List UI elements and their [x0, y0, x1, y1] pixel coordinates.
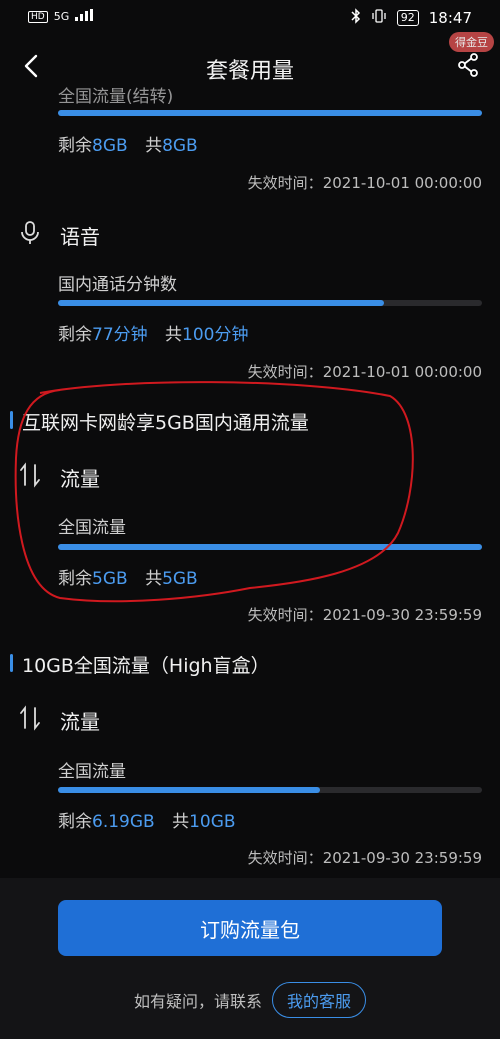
category-label: 流量: [60, 467, 100, 491]
share-button[interactable]: [456, 52, 480, 78]
expire-time: 2021-10-01 00:00:00: [322, 363, 482, 381]
remain-line: 剩余8GB 共8GB: [58, 131, 198, 156]
item-label: 全国流量(结转): [58, 87, 174, 107]
progress-fill: [58, 544, 482, 550]
expire-line: 失效时间：2021-10-01 00:00:00: [248, 361, 482, 382]
package-title: 10GB全国流量（High盲盒）: [22, 655, 270, 677]
remain-value: 8GB: [92, 136, 128, 156]
remain-value: 5GB: [92, 569, 128, 589]
category-label: 语音: [60, 225, 100, 249]
progress-fill: [58, 300, 385, 306]
total-value: 5GB: [162, 569, 198, 589]
item-label: 全国流量: [58, 518, 126, 538]
total-value: 8GB: [162, 136, 198, 156]
bluetooth-icon: [351, 8, 361, 28]
bottom-bar: 订购流量包 如有疑问，请联系 我的客服: [0, 878, 500, 1039]
category-label: 流量: [60, 710, 100, 734]
expire-time: 2021-09-30 23:59:59: [322, 849, 482, 867]
progress-track: [58, 300, 482, 306]
battery-icon: 92: [396, 10, 419, 26]
remain-line: 剩余5GB 共5GB: [58, 564, 198, 589]
usage-list[interactable]: 全国流量(结转) 剩余8GB 共8GB 失效时间：2021-10-01 00:0…: [0, 78, 500, 878]
total-label: 共: [165, 325, 183, 345]
progress-fill: [58, 110, 482, 116]
total-value: 10GB: [189, 812, 236, 832]
gold-bean-badge[interactable]: 得金豆: [449, 32, 494, 52]
progress-track: [58, 544, 482, 550]
clock: 18:47: [428, 9, 472, 27]
help-text: 如有疑问，请联系: [133, 992, 262, 1011]
progress-track: [58, 110, 482, 116]
total-value: 100分钟: [182, 325, 249, 345]
remain-line: 剩余77分钟 共100分钟: [58, 320, 249, 345]
remain-label: 剩余: [58, 136, 92, 156]
expire-line: 失效时间：2021-09-30 23:59:59: [248, 604, 482, 625]
vibrate-icon: [371, 8, 387, 28]
share-icon: [458, 53, 478, 77]
hd-indicator: HD: [28, 10, 48, 23]
total-label: 共: [145, 136, 163, 156]
network-indicator: 5G: [53, 10, 70, 23]
status-right: 92 18:47: [351, 8, 472, 28]
item-label: 全国流量: [58, 762, 126, 782]
customer-service-button[interactable]: 我的客服: [272, 982, 367, 1018]
package-title: 互联网卡网龄享5GB国内通用流量: [22, 412, 309, 434]
expire-label: 失效时间：: [247, 849, 323, 867]
progress-fill: [58, 787, 321, 793]
total-label: 共: [172, 812, 190, 832]
section-marker: [10, 411, 13, 429]
progress-track: [58, 787, 482, 793]
microphone-icon: [18, 220, 42, 246]
expire-line: 失效时间：2021-09-30 23:59:59: [248, 847, 482, 868]
expire-label: 失效时间：: [247, 606, 323, 624]
expire-time: 2021-10-01 00:00:00: [322, 174, 482, 192]
remain-value: 6.19GB: [92, 812, 155, 832]
help-line: 如有疑问，请联系 我的客服: [0, 982, 500, 1018]
status-left: HD 5G: [28, 9, 94, 24]
remain-label: 剩余: [58, 569, 92, 589]
remain-value: 77分钟: [92, 325, 148, 345]
transfer-arrows-icon: [18, 705, 42, 731]
signal-icon: [75, 9, 94, 24]
expire-label: 失效时间：: [247, 174, 323, 192]
remain-label: 剩余: [58, 325, 92, 345]
expire-time: 2021-09-30 23:59:59: [322, 606, 482, 624]
total-label: 共: [145, 569, 163, 589]
buy-data-package-button[interactable]: 订购流量包: [58, 900, 442, 956]
expire-line: 失效时间：2021-10-01 00:00:00: [248, 172, 482, 193]
remain-label: 剩余: [58, 812, 92, 832]
status-bar: HD 5G 92 18:47: [0, 0, 500, 36]
expire-label: 失效时间：: [247, 363, 323, 381]
item-label: 国内通话分钟数: [58, 275, 177, 295]
section-marker: [10, 654, 13, 672]
remain-line: 剩余6.19GB 共10GB: [58, 807, 236, 832]
transfer-arrows-icon: [18, 462, 42, 488]
